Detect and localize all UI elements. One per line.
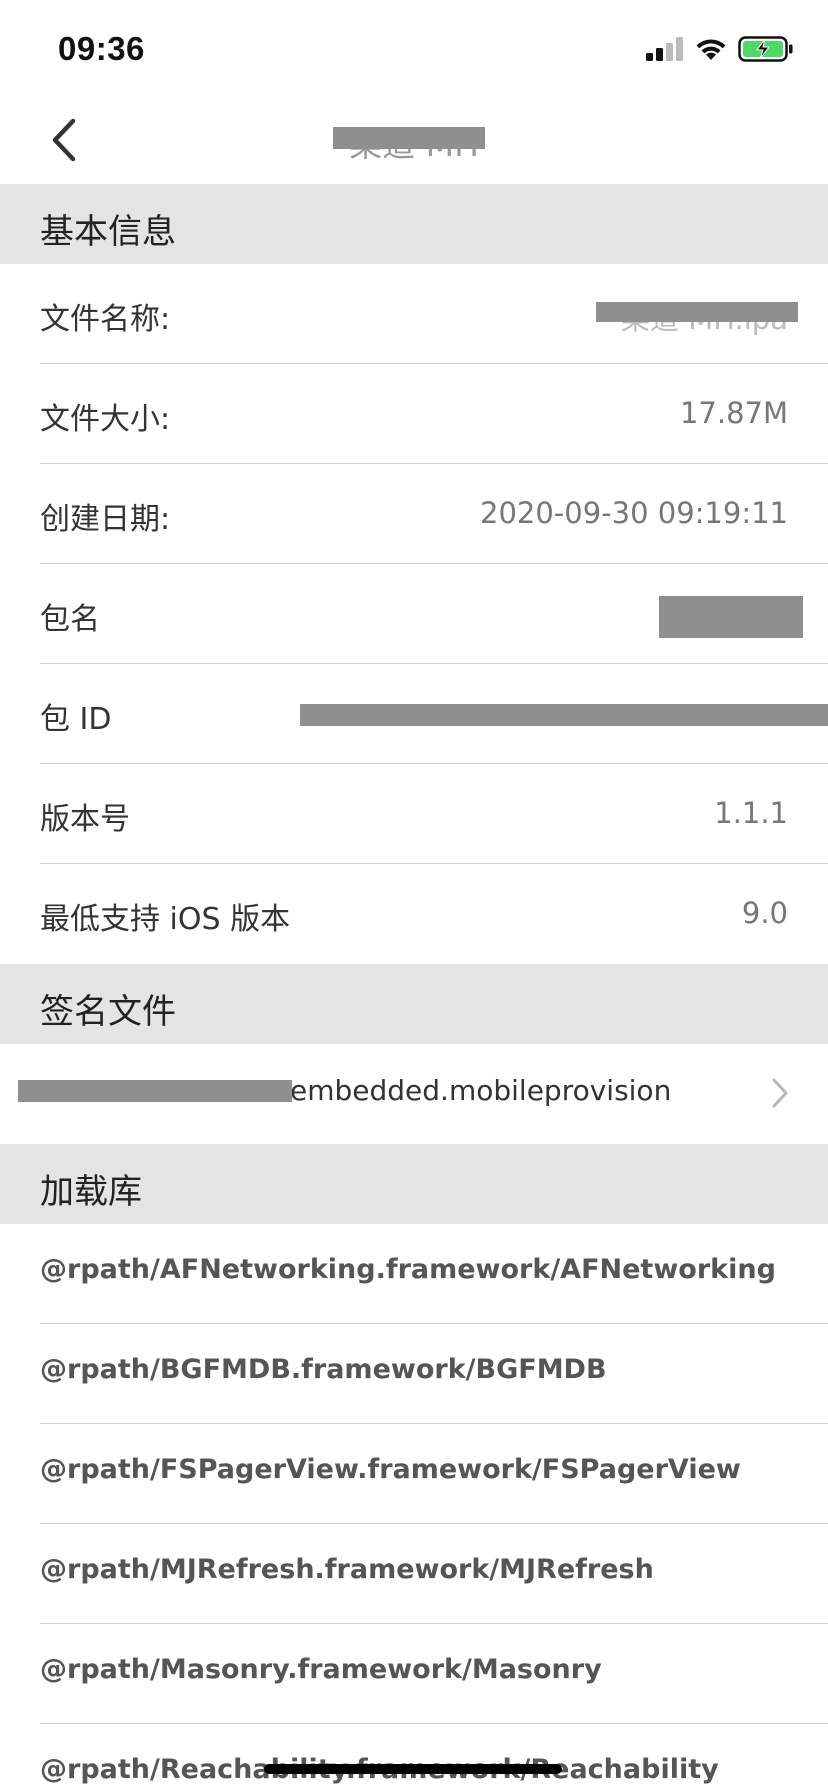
library-path: @rpath/AFNetworking.framework/AFNetworki…: [40, 1254, 776, 1285]
section-header-libraries: 加载库: [0, 1144, 828, 1224]
library-path: @rpath/FSPagerView.framework/FSPagerView: [40, 1454, 741, 1485]
redaction-bar: [18, 1080, 292, 1102]
section-header-basic-info: 基本信息: [0, 184, 828, 264]
section-title: 基本信息: [40, 212, 176, 252]
row-value: 17.87M: [679, 396, 788, 430]
redaction-bar: [333, 127, 485, 149]
redaction-bar: [659, 596, 803, 638]
signature-file-name: embedded.mobileprovision: [290, 1074, 672, 1107]
library-row: @rpath/MJRefresh.framework/MJRefresh: [0, 1524, 828, 1624]
library-path: @rpath/BGFMDB.framework/BGFMDB: [40, 1354, 607, 1385]
cellular-signal-icon: [646, 37, 683, 61]
redaction-bar: [300, 704, 828, 726]
row-label: 创建日期:: [40, 502, 171, 537]
row-label: 包名: [40, 602, 100, 637]
battery-charging-icon: [738, 36, 793, 62]
nav-bar: 渠道 MH: [0, 100, 828, 184]
signature-file-row[interactable]: embedded.mobileprovision: [0, 1044, 828, 1144]
redaction-bar: [596, 302, 798, 322]
wifi-icon: [696, 39, 726, 60]
library-path: @rpath/MJRefresh.framework/MJRefresh: [40, 1554, 654, 1585]
row-value: 2020-09-30 09:19:11: [480, 496, 788, 530]
library-row: @rpath/FSPagerView.framework/FSPagerView: [0, 1424, 828, 1524]
row-label: 包 ID: [40, 702, 112, 737]
library-row: @rpath/BGFMDB.framework/BGFMDB: [0, 1324, 828, 1424]
home-indicator[interactable]: [264, 1764, 562, 1774]
section-title: 签名文件: [40, 992, 176, 1032]
row-label: 最低支持 iOS 版本: [40, 902, 291, 937]
row-label: 文件大小:: [40, 402, 171, 437]
library-row: @rpath/Masonry.framework/Masonry: [0, 1624, 828, 1724]
info-row-package-name: 包名: [0, 564, 828, 664]
info-row-created-date: 创建日期: 2020-09-30 09:19:11: [0, 464, 828, 564]
info-row-min-ios: 最低支持 iOS 版本 9.0: [0, 864, 828, 964]
status-time: 09:36: [58, 30, 145, 67]
status-bar: 09:36: [0, 0, 828, 100]
section-header-signature: 签名文件: [0, 964, 828, 1044]
row-value: 1.1.1: [714, 796, 788, 830]
library-row: @rpath/AFNetworking.framework/AFNetworki…: [0, 1224, 828, 1324]
info-row-bundle-id: 包 ID: [0, 664, 828, 764]
library-row: @rpath/Reachability.framework/Reachabili…: [0, 1724, 828, 1792]
info-row-file-name: 文件名称: 渠道 MH.ipa: [0, 264, 828, 364]
library-path: @rpath/Masonry.framework/Masonry: [40, 1654, 602, 1685]
chevron-right-icon: [772, 1078, 788, 1108]
status-icons: [646, 36, 794, 62]
info-row-file-size: 文件大小: 17.87M: [0, 364, 828, 464]
row-value: 9.0: [741, 896, 788, 930]
section-title: 加载库: [40, 1172, 142, 1212]
info-row-version: 版本号 1.1.1: [0, 764, 828, 864]
row-label: 文件名称:: [40, 302, 171, 337]
row-label: 版本号: [40, 802, 130, 837]
